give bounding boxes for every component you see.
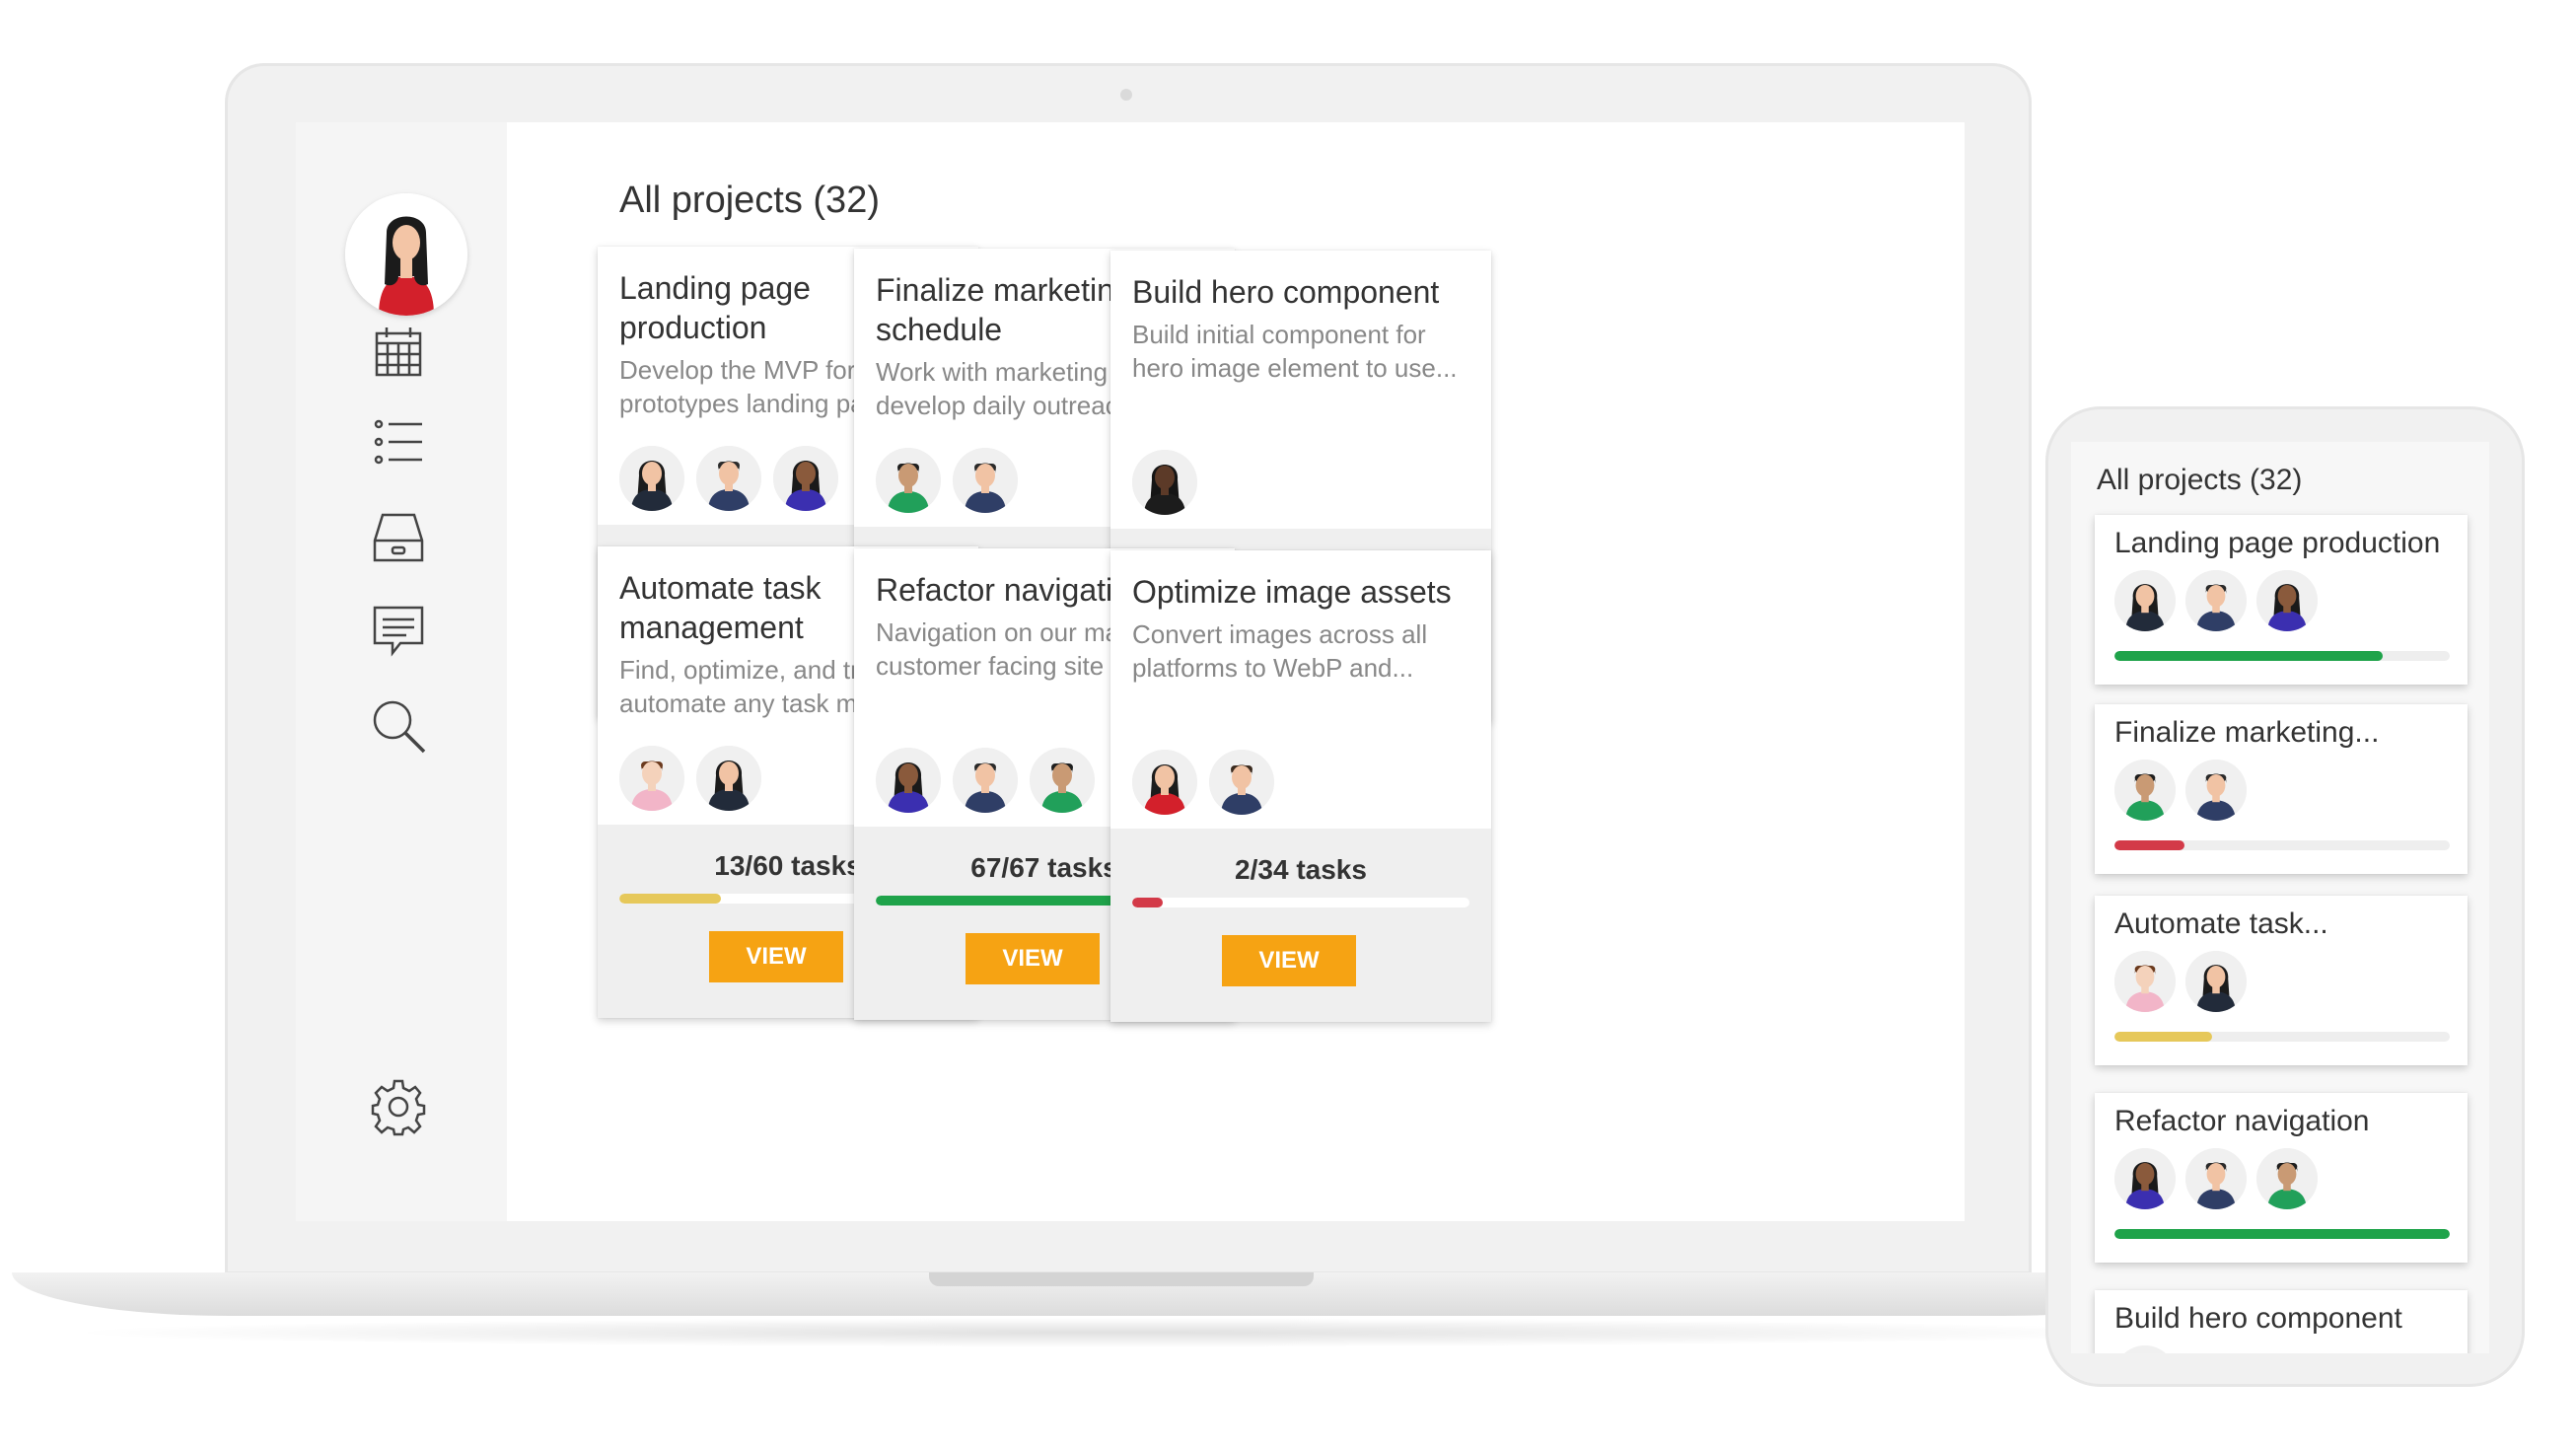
mobile-page-title: All projects (32) [2097,464,2303,496]
progress-bar-fill [619,894,721,904]
member-avatar[interactable] [696,746,761,811]
mobile-member-avatars [2114,570,2318,631]
mobile-project-card[interactable]: Finalize marketing... [2095,704,2468,874]
laptop-notch [929,1272,1314,1286]
user-avatar[interactable] [345,193,467,316]
progress-bar-fill [1132,898,1163,907]
search-icon[interactable] [367,694,430,758]
member-avatars [876,448,1018,513]
member-avatar[interactable] [2185,951,2247,1012]
member-avatar[interactable] [953,448,1018,513]
inbox-icon[interactable] [367,505,430,568]
member-avatar[interactable] [876,748,941,813]
card-header: Build hero component Build initial compo… [1110,251,1491,529]
member-avatar[interactable] [1132,450,1197,515]
member-avatars [1132,450,1197,515]
sidebar [296,122,507,1221]
mobile-progress-bar [2114,840,2450,850]
member-avatar[interactable] [2114,1148,2176,1209]
member-avatars [619,446,838,511]
card-description: Build initial component for hero image e… [1132,320,1458,383]
member-avatars [619,746,761,811]
mobile-member-avatars [2114,1148,2318,1209]
member-avatar[interactable] [2114,760,2176,821]
camera-dot [1120,89,1132,101]
mobile-project-card[interactable]: Landing page production [2095,515,2468,685]
member-avatars [1132,750,1274,815]
mobile-progress-bar-fill [2114,840,2185,850]
mobile-project-card[interactable]: Build hero component [2095,1290,2468,1353]
member-avatar[interactable] [2185,570,2247,631]
mobile-project-card[interactable]: Refactor navigation [2095,1093,2468,1263]
mobile-progress-bar-fill [2114,651,2383,661]
view-button[interactable]: VIEW [966,933,1100,984]
progress-bar [1132,898,1469,907]
project-card[interactable]: Optimize image assets Convert images acr… [1110,550,1491,1022]
calendar-icon[interactable] [367,320,430,383]
task-count: 2/34 tasks [1235,854,1367,885]
member-avatar[interactable] [696,446,761,511]
member-avatar[interactable] [876,448,941,513]
member-avatar[interactable] [773,446,838,511]
mobile-card-title: Automate task... [2114,907,2328,940]
mobile-progress-bar-fill [2114,1229,2450,1239]
member-avatar[interactable] [1132,750,1197,815]
member-avatar[interactable] [953,748,1018,813]
card-title: Optimize image assets [1132,574,1452,610]
chat-icon[interactable] [367,600,430,663]
mobile-card-title: Finalize marketing... [2114,716,2380,749]
member-avatar[interactable] [2185,760,2247,821]
mobile-progress-bar [2114,1229,2450,1239]
page-title: All projects (32) [619,180,880,221]
member-avatar[interactable] [619,446,684,511]
card-header: Optimize image assets Convert images acr… [1110,550,1491,829]
desktop-screen: All projects (32) Landing page productio… [296,122,1965,1221]
gear-icon[interactable] [367,1075,430,1138]
mobile-member-avatars [2114,951,2247,1012]
laptop-shadow [59,1318,2170,1347]
member-avatar[interactable] [2114,570,2176,631]
mobile-card-title: Refactor navigation [2114,1105,2370,1137]
mobile-progress-bar [2114,1032,2450,1042]
member-avatar[interactable] [2256,570,2318,631]
member-avatar[interactable] [619,746,684,811]
card-title: Build hero component [1132,274,1440,310]
member-avatar[interactable] [2185,1148,2247,1209]
view-button[interactable]: VIEW [709,931,843,982]
mobile-card-title: Build hero component [2114,1302,2402,1335]
member-avatars [876,748,1095,813]
member-avatar[interactable] [1030,748,1095,813]
mobile-member-avatars [2114,1345,2176,1353]
member-avatar[interactable] [2114,1345,2176,1353]
list-icon[interactable] [367,410,430,473]
mobile-progress-bar-fill [2114,1032,2212,1042]
mobile-screen: All projects (32) Landing page productio… [2071,442,2489,1353]
card-description: Convert images across all platforms to W… [1132,619,1428,683]
mobile-progress-bar [2114,651,2450,661]
card-footer: 2/34 tasks VIEW [1110,829,1491,1022]
member-avatar[interactable] [1209,750,1274,815]
mobile-card-title: Landing page production [2114,527,2441,559]
member-avatar[interactable] [2114,951,2176,1012]
mobile-member-avatars [2114,760,2247,821]
mobile-project-card[interactable]: Automate task... [2095,896,2468,1065]
member-avatar[interactable] [2256,1148,2318,1209]
view-button[interactable]: VIEW [1222,935,1356,986]
